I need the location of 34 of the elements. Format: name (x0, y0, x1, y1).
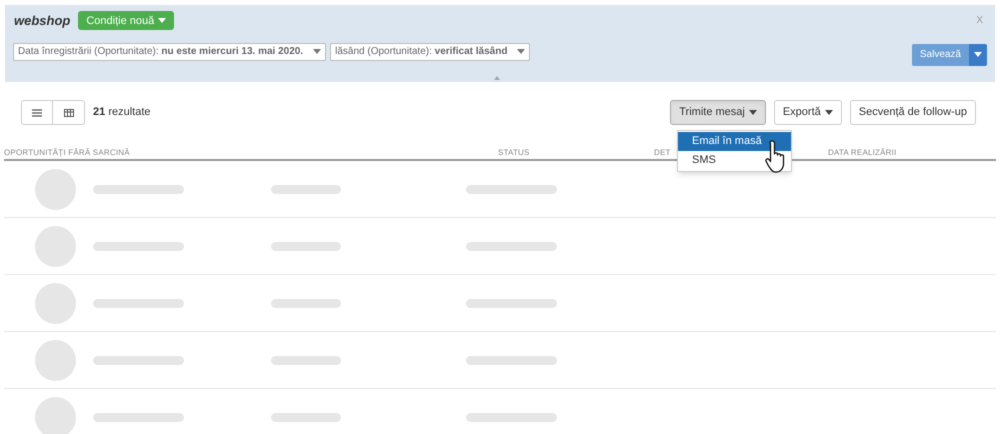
column-header: OPORTUNITĂȚI FĂRĂ SARCINĂ (4, 147, 130, 159)
text-placeholder (271, 242, 341, 250)
text-placeholder (271, 412, 341, 422)
avatar-placeholder (35, 168, 76, 210)
caret-icon (748, 110, 757, 115)
text-placeholder (271, 356, 341, 364)
filter-chip[interactable]: lăsând (Oportunitate): verificat lăsând (330, 42, 530, 60)
dropdown-button[interactable]: Exportă (774, 100, 842, 125)
action-button[interactable]: Secvență de follow-up (850, 100, 976, 125)
text-placeholder (271, 298, 341, 308)
filter-title: webshop (13, 12, 70, 30)
caret-icon (517, 49, 526, 54)
dropdown-button[interactable]: Trimite mesaj (670, 100, 766, 125)
text-placeholder (271, 184, 341, 194)
avatar-placeholder (35, 340, 76, 380)
menu-item[interactable]: SMS (678, 151, 791, 170)
caret-icon (974, 52, 982, 57)
filter-chip[interactable]: Data înregistrării (Oportunitate): nu este miercuri 13. mai 2020. (13, 42, 326, 60)
save-options-button[interactable] (969, 44, 987, 66)
list-icon (32, 108, 42, 116)
list-view-button[interactable] (21, 100, 53, 125)
avatar-placeholder (35, 226, 76, 266)
column-header: STATUS (498, 147, 530, 159)
column-header: DET (654, 147, 671, 159)
avatar-placeholder (35, 282, 76, 324)
table-icon (64, 108, 74, 116)
caret-icon (158, 18, 166, 24)
column-header: DATA REALIZĂRII (828, 147, 896, 159)
grid-view-button[interactable] (53, 100, 85, 125)
caret-icon (824, 110, 833, 115)
menu-item[interactable]: Email în masă (678, 132, 791, 151)
caret-icon (313, 49, 322, 54)
result-count: 21 rezultate (93, 105, 151, 120)
avatar-placeholder (35, 396, 76, 434)
